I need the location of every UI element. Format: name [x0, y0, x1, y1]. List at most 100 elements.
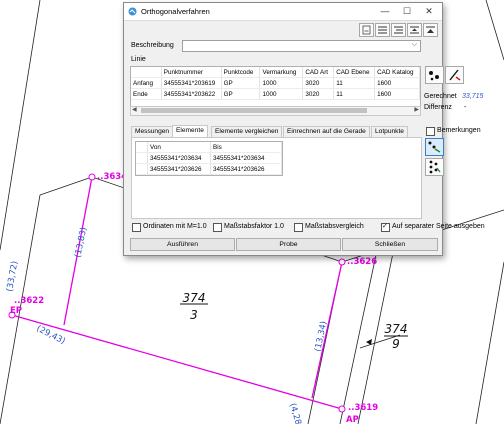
- pick-line-icon: [449, 69, 461, 81]
- parcel-subnumber: 9: [392, 337, 400, 351]
- scroll-thumb[interactable]: [141, 108, 367, 113]
- align-icon[interactable]: [391, 23, 406, 37]
- column-header[interactable]: Punktnummer: [161, 67, 222, 78]
- table-row[interactable]: 34555341*203626 34555341*203626: [136, 163, 282, 175]
- row-selector: [136, 142, 148, 153]
- row-label-anfang: Anfang: [131, 77, 162, 89]
- parcel-boundary: [485, 0, 504, 61]
- table-row[interactable]: 34555341*203634 34555341*203634: [136, 152, 282, 164]
- point-tag-ap: AP: [346, 415, 359, 424]
- row-selector[interactable]: [136, 152, 148, 164]
- point-label-3619: ..3619: [348, 403, 378, 413]
- table-header-row: Von Bis: [136, 142, 282, 153]
- row-selector[interactable]: [136, 163, 148, 175]
- column-header[interactable]: CAD Art: [302, 67, 335, 78]
- app-icon: [128, 7, 137, 16]
- column-header[interactable]: CAD Ebene: [333, 67, 376, 78]
- differenz-value: -: [464, 104, 467, 111]
- parcel-boundary: [339, 254, 377, 424]
- move-up-icon[interactable]: [423, 23, 438, 37]
- elemente-table: Von Bis 34555341*203634 34555341*203634 …: [135, 141, 283, 176]
- bemerkungen-checkbox[interactable]: [426, 127, 435, 136]
- table-cell[interactable]: 1600: [374, 77, 420, 89]
- title-bar[interactable]: Orthogonalverfahren — ☐ ✕: [124, 3, 442, 21]
- parcel-number: 374: [385, 322, 408, 336]
- row-label-ende: Ende: [131, 88, 162, 100]
- gerechnet-label: Gerechnet: [424, 93, 457, 100]
- execute-button[interactable]: Ausführen: [130, 238, 235, 251]
- table-cell[interactable]: 1000: [259, 88, 304, 100]
- table-cell[interactable]: 3020: [302, 77, 335, 89]
- point-label-3626: ..3626: [347, 257, 377, 267]
- table-row[interactable]: Anfang 34555341*203619 GP 1000 3020 11 1…: [131, 77, 420, 89]
- table-cell[interactable]: 34555341*203626: [147, 163, 211, 175]
- baseline: [11, 314, 343, 410]
- scroll-right-icon[interactable]: ▶: [414, 106, 419, 113]
- measure-label: (33,72): [5, 260, 20, 292]
- column-header[interactable]: Von: [147, 142, 211, 153]
- collapse-icon[interactable]: [407, 23, 422, 37]
- parcel-boundary: [0, 0, 41, 251]
- table-cell[interactable]: 34555341*203634: [147, 152, 211, 164]
- close-window-button[interactable]: ✕: [418, 5, 440, 18]
- table-cell[interactable]: 34555341*203619: [161, 77, 222, 89]
- points-pattern-button[interactable]: [425, 158, 444, 176]
- column-header[interactable]: Punktcode: [221, 67, 261, 78]
- massstabsfaktor-label: Maßstabsfaktor 1.0: [224, 223, 284, 230]
- arrow-marker: [366, 339, 372, 345]
- point-label-3622: ..3622: [14, 296, 44, 306]
- test-button[interactable]: Probe: [236, 238, 341, 251]
- table-cell[interactable]: 11: [333, 88, 376, 100]
- ordinaten-checkbox[interactable]: [132, 223, 141, 232]
- parcel-subnumber: 3: [190, 308, 198, 322]
- maximize-button[interactable]: ☐: [396, 5, 418, 18]
- close-button[interactable]: Schließen: [342, 238, 438, 251]
- table-row[interactable]: Ende 34555341*203622 GP 1000 3020 11 160…: [131, 88, 420, 100]
- bemerkungen-label: Bemerkungen: [437, 127, 481, 134]
- beschreibung-combobox[interactable]: ⌵: [182, 40, 421, 52]
- measure-label: (4,28): [287, 402, 304, 424]
- select-elements-icon: [428, 141, 441, 153]
- table-cell[interactable]: 34555341*203626: [210, 163, 282, 175]
- scroll-left-icon[interactable]: ◀: [132, 106, 137, 113]
- table-cell[interactable]: 1600: [374, 88, 420, 100]
- massstabsvergleich-label: Maßstabsvergleich: [305, 223, 364, 230]
- export-icon[interactable]: [359, 23, 374, 37]
- point-marker-3634[interactable]: [88, 173, 96, 181]
- table-cell[interactable]: 34555341*203622: [161, 88, 222, 100]
- beschreibung-label: Beschreibung: [131, 42, 174, 49]
- pick-points-button[interactable]: [425, 66, 444, 84]
- point-marker-3626[interactable]: [338, 258, 346, 266]
- dialog-title: Orthogonalverfahren: [141, 7, 210, 16]
- point-tag-ep: EP: [10, 306, 22, 316]
- minimize-button[interactable]: —: [374, 5, 396, 18]
- pick-line-button[interactable]: [445, 66, 464, 84]
- table-cell[interactable]: 3020: [302, 88, 335, 100]
- column-header[interactable]: [131, 67, 162, 78]
- table-cell[interactable]: GP: [221, 77, 261, 89]
- table-header-row: Punktnummer Punktcode Vermarkung CAD Art…: [131, 67, 420, 78]
- list-view-icon[interactable]: [375, 23, 390, 37]
- table-cell[interactable]: 11: [333, 77, 376, 89]
- massstabsvergleich-checkbox[interactable]: [294, 223, 303, 232]
- elemente-panel: Von Bis 34555341*203634 34555341*203634 …: [131, 137, 422, 219]
- table-cell[interactable]: GP: [221, 88, 261, 100]
- separate-page-label: Auf separater Seite ausgeben: [392, 223, 485, 230]
- select-elements-button[interactable]: [425, 138, 444, 156]
- parcel-boundary: [475, 261, 504, 424]
- parcel-number: 374: [183, 291, 206, 305]
- massstabsfaktor-checkbox[interactable]: [213, 223, 222, 232]
- chevron-down-icon[interactable]: ⌵: [412, 41, 417, 49]
- column-header[interactable]: Vermarkung: [259, 67, 304, 78]
- column-header[interactable]: CAD Katalog: [374, 67, 420, 78]
- parcel-boundary: [39, 176, 93, 196]
- pick-points-icon: [429, 71, 439, 81]
- horizontal-scrollbar[interactable]: ◀ ▶: [130, 106, 421, 116]
- separate-page-checkbox[interactable]: [381, 222, 390, 232]
- table-cell[interactable]: 34555341*203634: [210, 152, 282, 164]
- orthogonal-dialog: Orthogonalverfahren — ☐ ✕ Beschreibung ⌵…: [123, 2, 485, 256]
- table-cell[interactable]: 1000: [259, 77, 304, 89]
- point-marker-3619[interactable]: [338, 405, 346, 413]
- linie-table: Punktnummer Punktcode Vermarkung CAD Art…: [130, 66, 421, 108]
- column-header[interactable]: Bis: [210, 142, 282, 153]
